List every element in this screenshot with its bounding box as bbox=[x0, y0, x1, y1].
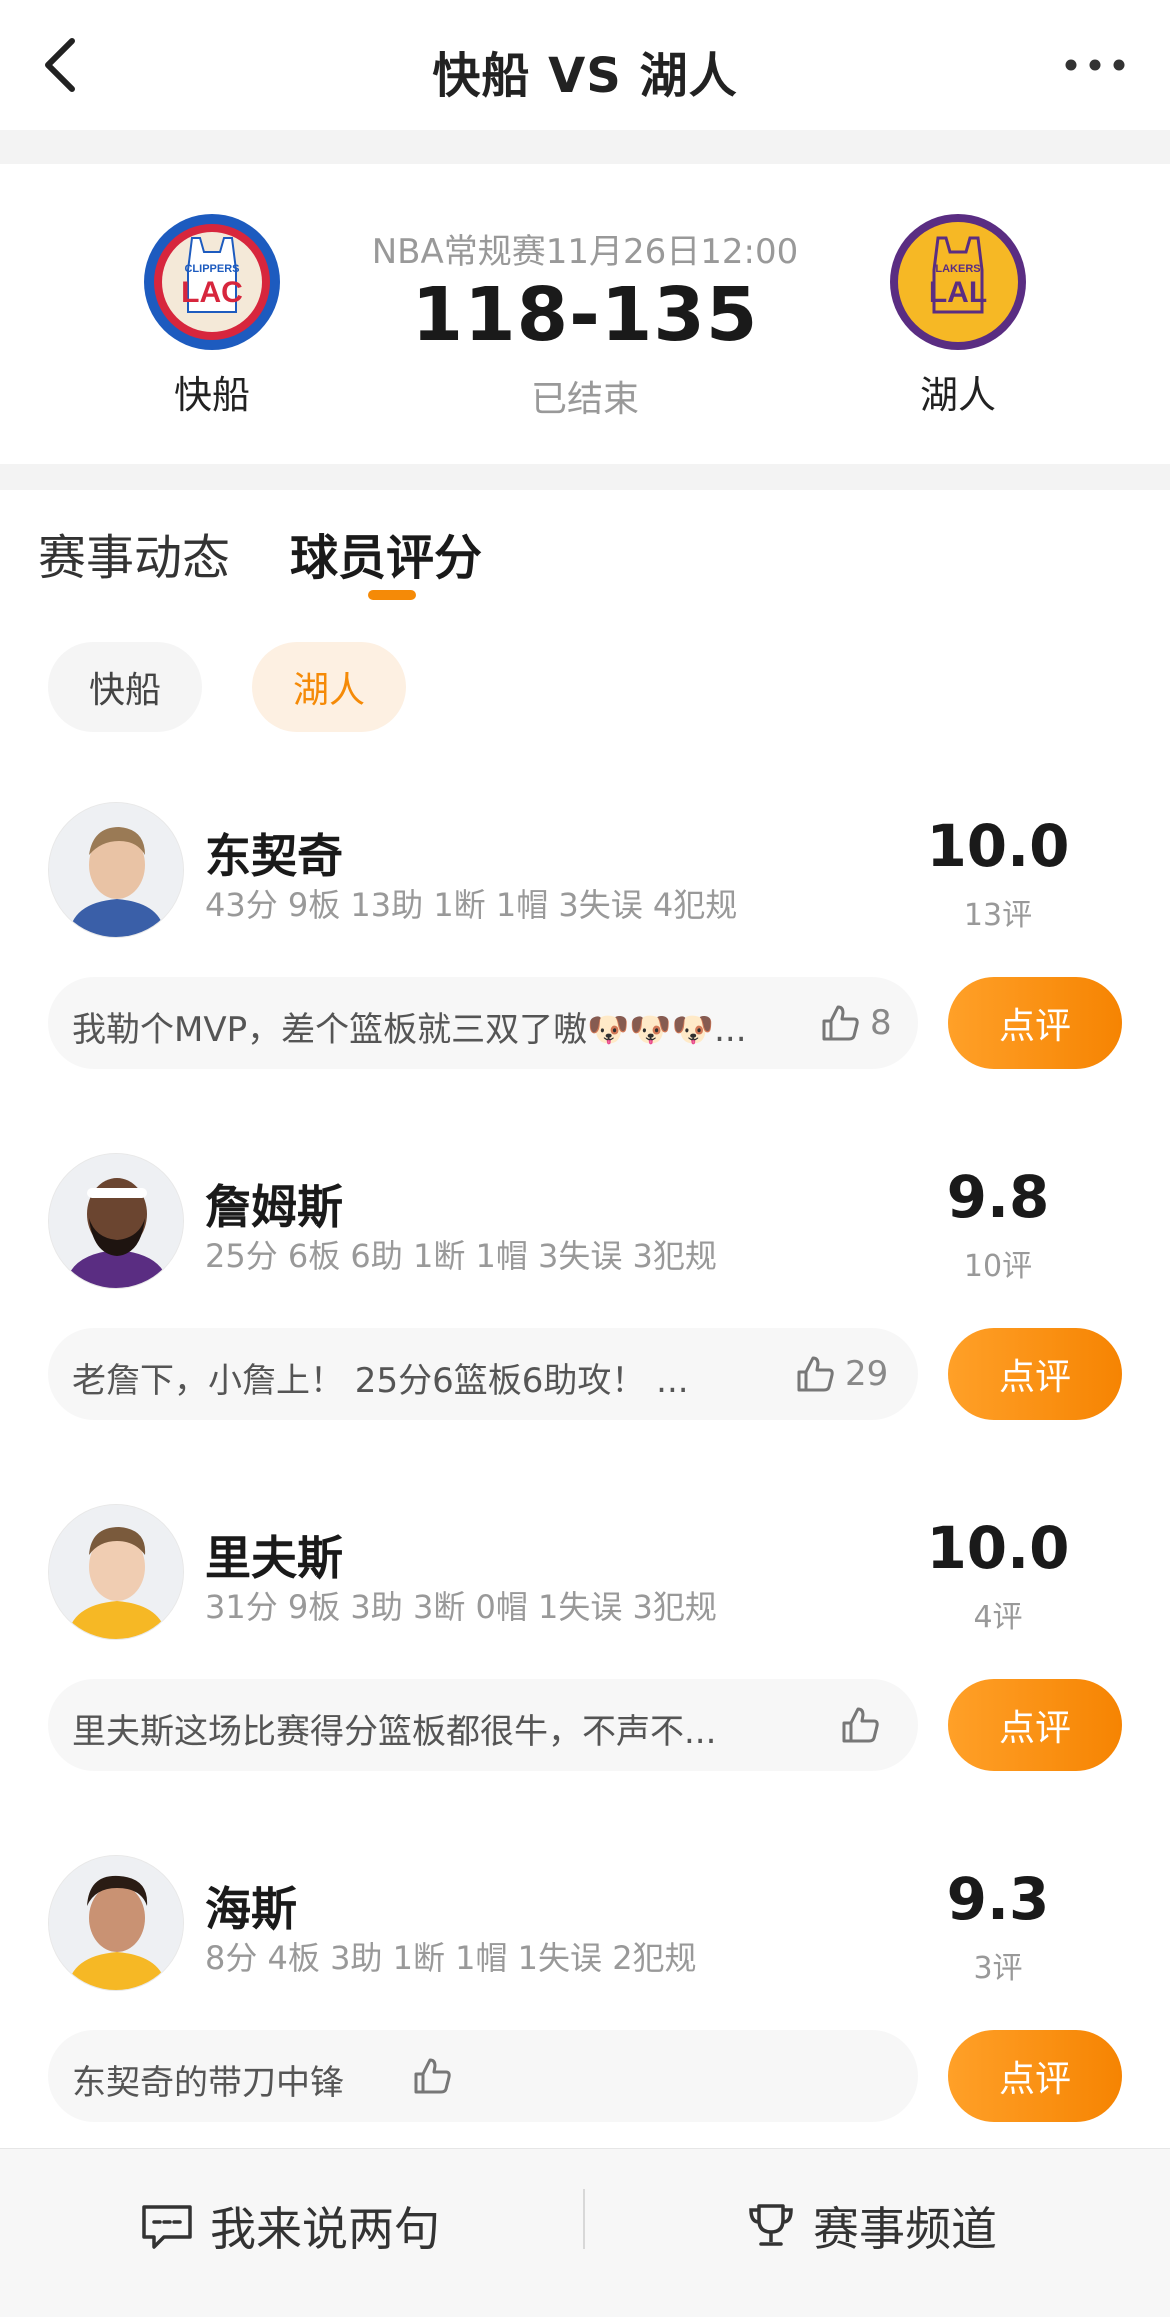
review-button[interactable]: 点评 bbox=[948, 1679, 1122, 1771]
match-status: 已结束 bbox=[530, 379, 639, 420]
bottom-bar-divider bbox=[583, 2189, 585, 2249]
player-photo-icon bbox=[49, 803, 183, 937]
rating-count: 10评 bbox=[963, 1249, 1033, 1284]
home-team[interactable]: CLIPPERS LAC 快船 bbox=[112, 212, 312, 419]
like-button[interactable]: 29 bbox=[793, 1352, 888, 1396]
review-button[interactable]: 点评 bbox=[948, 977, 1122, 1069]
svg-text:LAC: LAC bbox=[181, 276, 243, 309]
svg-text:LAL: LAL bbox=[929, 276, 987, 309]
player-photo-icon bbox=[49, 1505, 183, 1639]
comment-text: 老詹下，小詹上！ 25分6篮板6助攻！ ... bbox=[72, 1361, 689, 1401]
match-score: 118-135 bbox=[411, 272, 759, 358]
more-options-button[interactable] bbox=[1060, 40, 1130, 90]
top-comment[interactable]: 老詹下，小詹上！ 25分6篮板6助攻！ ... 29 bbox=[48, 1328, 918, 1420]
rating-count: 13评 bbox=[963, 898, 1033, 933]
player-stats: 25分 6板 6助 1断 1帽 3失误 3犯规 bbox=[205, 1237, 717, 1275]
filter-clippers[interactable]: 快船 bbox=[48, 642, 202, 732]
like-button[interactable] bbox=[410, 2054, 462, 2098]
player-name: 詹姆斯 bbox=[205, 1180, 343, 1234]
top-comment[interactable]: 东契奇的带刀中锋 bbox=[48, 2030, 918, 2122]
player-photo-icon bbox=[49, 1856, 183, 1990]
player-rating: 9.3 bbox=[946, 1865, 1050, 1933]
like-count: 8 bbox=[870, 1003, 892, 1043]
rating-count: 4评 bbox=[973, 1600, 1023, 1635]
tab-bar: 赛事动态 球员评分 bbox=[0, 490, 1170, 610]
thumbs-up-icon bbox=[842, 1707, 879, 1743]
clippers-logo-icon: CLIPPERS LAC bbox=[144, 214, 280, 350]
comment-text: 里夫斯这场比赛得分篮板都很牛，不声不... bbox=[72, 1712, 717, 1752]
comment-text: 东契奇的带刀中锋 bbox=[72, 2063, 344, 2103]
top-comment[interactable]: 里夫斯这场比赛得分篮板都很牛，不声不... bbox=[48, 1679, 918, 1771]
player-stats: 31分 9板 3助 3断 0帽 1失误 3犯规 bbox=[205, 1588, 717, 1626]
player-avatar[interactable] bbox=[48, 1153, 184, 1289]
player-stats: 43分 9板 13助 1断 1帽 3失误 4犯规 bbox=[205, 886, 738, 924]
match-channel-button[interactable]: 赛事频道 bbox=[745, 2193, 997, 2259]
top-comment[interactable]: 我勒个MVP，差个篮板就三双了嗷🐶🐶🐶... 8 bbox=[48, 977, 918, 1069]
thumbs-up-icon bbox=[822, 1005, 859, 1041]
player-card: 詹姆斯 25分 6板 6助 1断 1帽 3失误 3犯规 9.8 10评 老詹下，… bbox=[0, 1153, 1170, 1503]
filter-lakers[interactable]: 湖人 bbox=[252, 642, 406, 732]
match-info: NBA常规赛11月26日12:00 bbox=[371, 232, 799, 272]
review-button[interactable]: 点评 bbox=[948, 2030, 1122, 2122]
player-photo-icon bbox=[49, 1154, 183, 1288]
comment-text: 我勒个MVP，差个篮板就三双了嗷🐶🐶🐶... bbox=[72, 1010, 747, 1050]
player-name: 里夫斯 bbox=[205, 1531, 343, 1585]
rating-count: 3评 bbox=[973, 1951, 1023, 1986]
review-button[interactable]: 点评 bbox=[948, 1328, 1122, 1420]
bottom-bar: 我来说两句 赛事频道 bbox=[0, 2148, 1170, 2317]
section-divider bbox=[0, 130, 1170, 164]
player-rating: 10.0 bbox=[926, 812, 1070, 880]
away-team[interactable]: LAKERS LAL 湖人 bbox=[858, 212, 1058, 419]
player-rating: 9.8 bbox=[946, 1163, 1050, 1231]
player-avatar[interactable] bbox=[48, 802, 184, 938]
more-dots-icon bbox=[1065, 59, 1125, 71]
player-stats: 8分 4板 3助 1断 1帽 1失误 2犯规 bbox=[205, 1939, 697, 1977]
player-avatar[interactable] bbox=[48, 1504, 184, 1640]
match-header: CLIPPERS LAC 快船 NBA常规赛11月26日12:00 118-13… bbox=[0, 164, 1170, 464]
away-team-name: 湖人 bbox=[919, 373, 996, 417]
player-rating: 10.0 bbox=[926, 1514, 1070, 1582]
comment-entry-label: 我来说两句 bbox=[210, 2202, 440, 2256]
player-card: 东契奇 43分 9板 13助 1断 1帽 3失误 4犯规 10.0 13评 我勒… bbox=[0, 802, 1170, 1152]
like-button[interactable]: 8 bbox=[818, 1001, 892, 1045]
section-divider bbox=[0, 464, 1170, 490]
svg-text:LAKERS: LAKERS bbox=[935, 263, 980, 275]
trophy-icon bbox=[749, 2204, 793, 2246]
thumbs-up-icon bbox=[414, 2058, 451, 2094]
chat-bubble-icon bbox=[142, 2205, 192, 2249]
comment-entry-button[interactable]: 我来说两句 bbox=[140, 2193, 440, 2259]
page-title: 快船 VS 湖人 bbox=[432, 48, 738, 104]
tab-match-events[interactable]: 赛事动态 bbox=[38, 518, 230, 588]
like-count: 29 bbox=[845, 1354, 889, 1394]
like-button[interactable] bbox=[838, 1703, 890, 1747]
top-bar: 快船 VS 湖人 bbox=[0, 0, 1170, 130]
match-channel-label: 赛事频道 bbox=[813, 2202, 997, 2256]
player-card: 里夫斯 31分 9板 3助 3断 0帽 1失误 3犯规 10.0 4评 里夫斯这… bbox=[0, 1504, 1170, 1854]
active-tab-indicator bbox=[368, 590, 416, 600]
player-avatar[interactable] bbox=[48, 1855, 184, 1991]
player-name: 海斯 bbox=[205, 1882, 297, 1936]
lakers-logo-icon: LAKERS LAL bbox=[890, 214, 1026, 350]
player-name: 东契奇 bbox=[205, 829, 343, 883]
tab-player-ratings[interactable]: 球员评分 bbox=[290, 518, 482, 588]
home-team-name: 快船 bbox=[173, 373, 250, 417]
thumbs-up-icon bbox=[797, 1356, 834, 1392]
svg-text:CLIPPERS: CLIPPERS bbox=[184, 263, 239, 275]
